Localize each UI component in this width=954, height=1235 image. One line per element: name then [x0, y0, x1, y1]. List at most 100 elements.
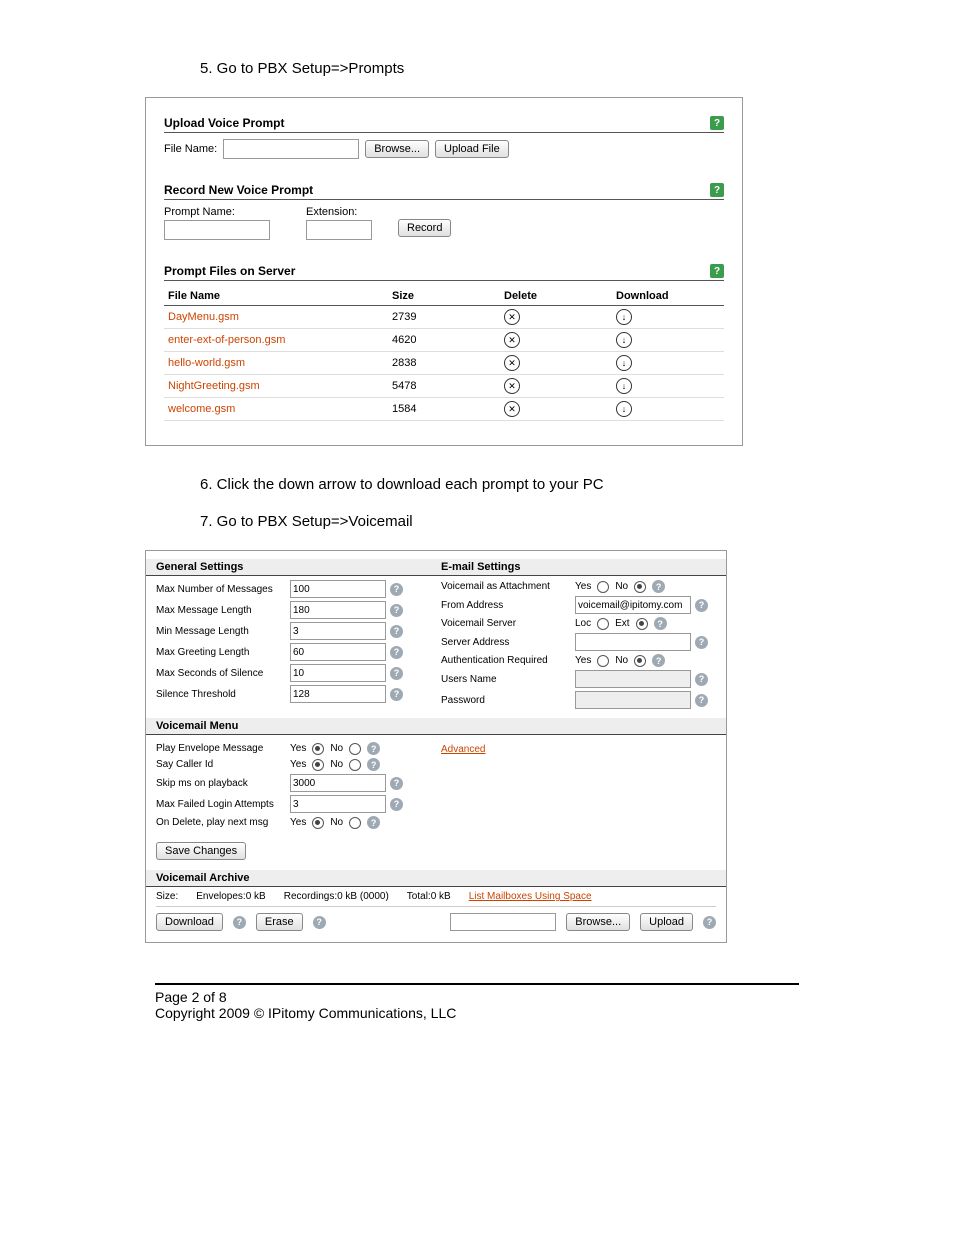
help-icon[interactable]: ?	[390, 625, 403, 638]
help-icon[interactable]: ?	[390, 798, 403, 811]
email-label: From Address	[441, 600, 571, 611]
help-icon[interactable]: ?	[367, 816, 380, 829]
upload-file-button[interactable]: Upload File	[435, 140, 509, 158]
radio-loc[interactable]	[597, 618, 609, 630]
help-icon[interactable]: ?	[233, 916, 246, 929]
archive-browse-button[interactable]: Browse...	[566, 913, 630, 931]
file-link[interactable]: NightGreeting.gsm	[168, 380, 260, 392]
email-settings-title: E-mail Settings	[431, 559, 726, 576]
delete-icon[interactable]: ✕	[504, 378, 520, 394]
help-icon[interactable]: ?	[390, 777, 403, 790]
menu-label: Skip ms on playback	[156, 778, 286, 789]
radio-no[interactable]	[349, 743, 361, 755]
email-label: Authentication Required	[441, 655, 571, 666]
help-icon[interactable]: ?	[695, 636, 708, 649]
radio-yes[interactable]	[312, 743, 324, 755]
file-size: 4620	[388, 329, 500, 352]
help-icon[interactable]: ?	[313, 916, 326, 929]
gen-input[interactable]	[290, 601, 386, 619]
delete-icon[interactable]: ✕	[504, 355, 520, 371]
gen-input[interactable]	[290, 622, 386, 640]
help-icon[interactable]: ?	[652, 654, 665, 667]
radio-yes[interactable]	[312, 817, 324, 829]
loc-label: Loc	[575, 618, 591, 629]
no-label: No	[615, 581, 628, 592]
help-icon[interactable]: ?	[652, 580, 665, 593]
archive-file-input[interactable]	[450, 913, 556, 931]
email-label: Voicemail as Attachment	[441, 581, 571, 592]
gen-input[interactable]	[290, 643, 386, 661]
col-size: Size	[388, 287, 500, 306]
delete-icon[interactable]: ✕	[504, 309, 520, 325]
gen-input[interactable]	[290, 580, 386, 598]
radio-no[interactable]	[349, 759, 361, 771]
extension-input[interactable]	[306, 220, 372, 240]
gen-label: Max Greeting Length	[156, 647, 286, 658]
help-icon[interactable]: ?	[367, 758, 380, 771]
record-button[interactable]: Record	[398, 219, 451, 237]
help-icon[interactable]: ?	[710, 116, 724, 130]
advanced-link[interactable]: Advanced	[441, 744, 485, 755]
delete-icon[interactable]: ✕	[504, 401, 520, 417]
prompt-name-input[interactable]	[164, 220, 270, 240]
download-icon[interactable]: ↓	[616, 378, 632, 394]
gen-input[interactable]	[290, 664, 386, 682]
download-icon[interactable]: ↓	[616, 355, 632, 371]
download-icon[interactable]: ↓	[616, 309, 632, 325]
table-row: enter-ext-of-person.gsm 4620 ✕ ↓	[164, 329, 724, 352]
col-filename: File Name	[164, 287, 388, 306]
radio-no[interactable]	[634, 655, 646, 667]
download-icon[interactable]: ↓	[616, 401, 632, 417]
help-icon[interactable]: ?	[390, 667, 403, 680]
help-icon[interactable]: ?	[703, 916, 716, 929]
help-icon[interactable]: ?	[390, 688, 403, 701]
download-button[interactable]: Download	[156, 913, 223, 931]
menu-label: Max Failed Login Attempts	[156, 799, 286, 810]
radio-yes[interactable]	[312, 759, 324, 771]
help-icon[interactable]: ?	[390, 646, 403, 659]
file-link[interactable]: DayMenu.gsm	[168, 311, 239, 323]
archive-upload-button[interactable]: Upload	[640, 913, 693, 931]
gen-input[interactable]	[290, 685, 386, 703]
user-input[interactable]	[575, 670, 691, 688]
save-changes-button[interactable]: Save Changes	[156, 842, 246, 860]
email-label: Voicemail Server	[441, 618, 571, 629]
no-label: No	[615, 655, 628, 666]
file-link[interactable]: enter-ext-of-person.gsm	[168, 334, 285, 346]
radio-no[interactable]	[634, 581, 646, 593]
file-link[interactable]: hello-world.gsm	[168, 357, 245, 369]
delete-icon[interactable]: ✕	[504, 332, 520, 348]
help-icon[interactable]: ?	[710, 264, 724, 278]
server-addr-input[interactable]	[575, 633, 691, 651]
browse-button[interactable]: Browse...	[365, 140, 429, 158]
max-failed-input[interactable]	[290, 795, 386, 813]
radio-yes[interactable]	[597, 581, 609, 593]
ext-label: Ext	[615, 618, 629, 629]
pass-input[interactable]	[575, 691, 691, 709]
erase-button[interactable]: Erase	[256, 913, 303, 931]
file-name-label: File Name:	[164, 143, 217, 155]
help-icon[interactable]: ?	[695, 694, 708, 707]
help-icon[interactable]: ?	[695, 599, 708, 612]
help-icon[interactable]: ?	[367, 742, 380, 755]
help-icon[interactable]: ?	[390, 604, 403, 617]
download-icon[interactable]: ↓	[616, 332, 632, 348]
file-name-input[interactable]	[223, 139, 359, 159]
yes-label: Yes	[575, 581, 591, 592]
from-input[interactable]	[575, 596, 691, 614]
radio-yes[interactable]	[597, 655, 609, 667]
skip-input[interactable]	[290, 774, 386, 792]
file-link[interactable]: welcome.gsm	[168, 403, 235, 415]
email-label: Password	[441, 695, 571, 706]
radio-no[interactable]	[349, 817, 361, 829]
email-label: Server Address	[441, 637, 571, 648]
radio-ext[interactable]	[636, 618, 648, 630]
list-mailboxes-link[interactable]: List Mailboxes Using Space	[469, 891, 592, 902]
help-icon[interactable]: ?	[710, 183, 724, 197]
no-label: No	[330, 759, 343, 770]
help-icon[interactable]: ?	[390, 583, 403, 596]
help-icon[interactable]: ?	[654, 617, 667, 630]
voicemail-archive-title: Voicemail Archive	[146, 870, 726, 887]
record-prompt-title: Record New Voice Prompt	[164, 183, 313, 197]
help-icon[interactable]: ?	[695, 673, 708, 686]
